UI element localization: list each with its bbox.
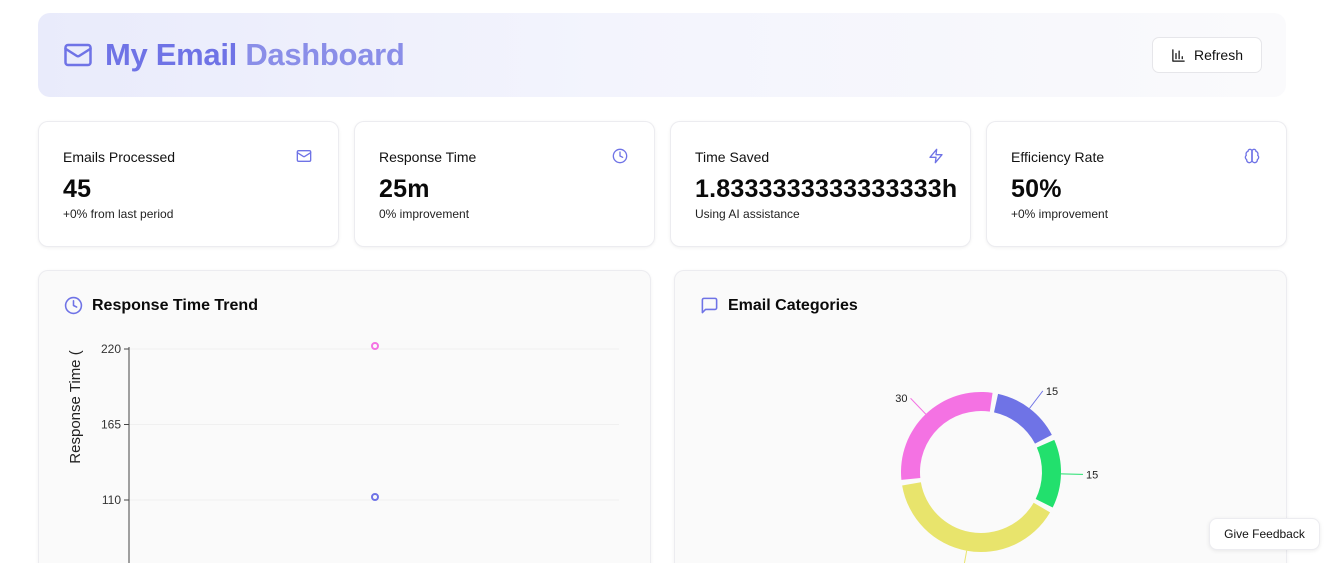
stat-subtext: +0% improvement bbox=[1011, 207, 1109, 221]
give-feedback-button[interactable]: Give Feedback bbox=[1209, 518, 1320, 550]
pie-leader-line bbox=[1029, 390, 1044, 409]
pie-leader-line bbox=[1060, 473, 1083, 475]
email-categories-chart: 15154030 bbox=[895, 386, 1098, 563]
stat-label: Response Time bbox=[379, 149, 477, 165]
brain-icon bbox=[1244, 148, 1262, 166]
pie-leader-line bbox=[963, 550, 968, 563]
bar-chart-icon bbox=[1171, 48, 1186, 63]
stat-card-response-time: Response Time 25m 0% improvement bbox=[354, 121, 655, 247]
title-group: My Email Dashboard bbox=[63, 37, 405, 73]
stat-label: Efficiency Rate bbox=[1011, 149, 1105, 165]
pie-slice[interactable] bbox=[1035, 439, 1061, 508]
stat-value: 45 bbox=[63, 175, 92, 203]
y-tick-label: 165 bbox=[101, 418, 121, 432]
refresh-button[interactable]: Refresh bbox=[1152, 37, 1262, 73]
stat-value: 25m bbox=[379, 175, 430, 203]
pie-slice[interactable] bbox=[994, 393, 1052, 444]
y-tick-label: 220 bbox=[101, 342, 121, 356]
stat-card-time-saved: Time Saved 1.8333333333333333h Using AI … bbox=[670, 121, 971, 247]
stat-label: Emails Processed bbox=[63, 149, 176, 165]
stat-subtext: +0% from last period bbox=[63, 207, 174, 221]
mail-icon bbox=[296, 148, 314, 166]
data-point[interactable] bbox=[371, 493, 379, 501]
response-time-chart: 55110165220Response Time ( bbox=[67, 342, 619, 563]
pie-label: 30 bbox=[895, 393, 907, 405]
page-title-part2: Dashboard bbox=[245, 37, 405, 72]
stat-subtext: 0% improvement bbox=[379, 207, 470, 221]
mail-icon bbox=[63, 40, 93, 70]
pie-label: 15 bbox=[1086, 469, 1098, 481]
pie-slice[interactable] bbox=[902, 482, 1051, 552]
email-categories-panel: Email Categories 15154030 bbox=[674, 270, 1287, 563]
pie-slice[interactable] bbox=[901, 392, 993, 480]
y-axis-label: Response Time ( bbox=[67, 350, 84, 463]
response-time-trend-panel: Response Time Trend 55110165220Response … bbox=[38, 270, 651, 563]
dashboard-header: My Email Dashboard Refresh bbox=[38, 13, 1286, 97]
stat-value: 1.8333333333333333h bbox=[695, 175, 958, 203]
data-point[interactable] bbox=[371, 342, 379, 350]
pie-leader-line bbox=[910, 397, 927, 415]
clock-icon bbox=[612, 148, 630, 166]
refresh-label: Refresh bbox=[1193, 47, 1244, 63]
pie-label: 15 bbox=[1046, 386, 1058, 398]
zap-icon bbox=[928, 148, 946, 166]
page-title-part1: My Email bbox=[105, 37, 237, 72]
stat-card-efficiency-rate: Efficiency Rate 50% +0% improvement bbox=[986, 121, 1287, 247]
y-tick-label: 110 bbox=[102, 493, 121, 507]
page-title: My Email Dashboard bbox=[105, 37, 405, 73]
stat-value: 50% bbox=[1011, 175, 1062, 203]
stat-subtext: Using AI assistance bbox=[695, 207, 800, 221]
stat-card-emails-processed: Emails Processed 45 +0% from last period bbox=[38, 121, 339, 247]
stat-label: Time Saved bbox=[695, 149, 770, 165]
